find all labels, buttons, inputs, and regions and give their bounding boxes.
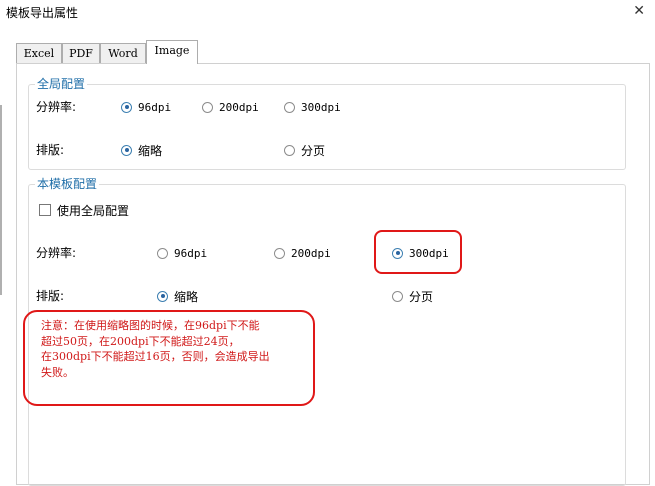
radio-icon: [284, 144, 295, 156]
close-icon[interactable]: ✕: [633, 2, 645, 20]
global-resolution-label: 分辨率:: [36, 100, 77, 114]
template-resolution-96-radio[interactable]: 96dpi: [157, 245, 207, 261]
global-config-legend: 全局配置: [35, 76, 88, 92]
template-config-legend: 本模板配置: [35, 176, 100, 192]
window-edge: [0, 105, 2, 295]
note-line: 注意：在使用缩略图的时候，在96dpi下不能: [41, 319, 260, 332]
radio-icon: [284, 101, 295, 113]
template-resolution-label: 分辨率:: [36, 246, 77, 260]
template-layout-paging-radio[interactable]: 分页: [392, 288, 433, 304]
radio-icon: [157, 247, 168, 259]
global-layout-label: 排版:: [36, 143, 65, 157]
note-line: 失败。: [41, 365, 74, 379]
template-layout-thumbnail-radio[interactable]: 缩略: [157, 288, 198, 304]
global-config-group: 全局配置: [28, 76, 626, 170]
window-title: 模板导出属性: [6, 6, 79, 20]
radio-icon: [274, 247, 285, 259]
highlight-300dpi-box: [374, 230, 462, 274]
template-layout-label: 排版:: [36, 289, 65, 303]
radio-selected-icon: [157, 290, 168, 302]
tab-excel[interactable]: Excel: [16, 43, 62, 64]
radio-icon: [392, 290, 403, 302]
radio-selected-icon: [121, 144, 132, 156]
tab-word[interactable]: Word: [100, 43, 146, 64]
global-layout-thumbnail-radio[interactable]: 缩略: [121, 142, 162, 158]
note-line: 在300dpi下不能超过16页，否则，会造成导出: [41, 350, 270, 363]
checkbox-icon: [39, 204, 51, 216]
global-layout-paging-radio[interactable]: 分页: [284, 142, 325, 158]
radio-icon: [202, 101, 213, 113]
template-resolution-200-radio[interactable]: 200dpi: [274, 245, 331, 261]
note-line: 超过50页，在200dpi下不能超过24页，: [41, 334, 240, 348]
global-resolution-200-radio[interactable]: 200dpi: [202, 99, 259, 115]
warning-note: 注意：在使用缩略图的时候，在96dpi下不能 超过50页，在200dpi下不能超…: [41, 318, 281, 380]
use-global-config-checkbox[interactable]: 使用全局配置: [39, 202, 129, 218]
tab-image[interactable]: Image: [146, 40, 198, 64]
global-resolution-96-radio[interactable]: 96dpi: [121, 99, 171, 115]
global-resolution-300-radio[interactable]: 300dpi: [284, 99, 341, 115]
title-bar: 模板导出属性 ✕: [0, 0, 655, 24]
tab-pdf[interactable]: PDF: [62, 43, 100, 64]
radio-selected-icon: [121, 101, 132, 113]
